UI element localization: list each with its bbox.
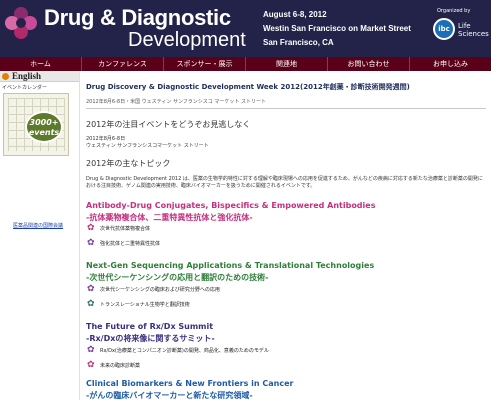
track-title-en[interactable]: Next-Gen Sequencing Applications & Trans… xyxy=(86,261,374,270)
nav-contact[interactable]: お問い合わせ xyxy=(328,57,410,71)
section-heading-featured: 2012年の注目イベントをどうぞお見逃しなく xyxy=(86,120,251,129)
flower-bullet-icon: ✿ xyxy=(87,360,95,370)
logo-title[interactable]: Drug & Diagnostic xyxy=(44,5,231,31)
language-switch[interactable]: English xyxy=(0,71,79,82)
ibc-logo[interactable]: ibc xyxy=(433,18,455,40)
list-item-label[interactable]: 未来の臨床診断薬 xyxy=(100,362,140,369)
logo-flower-icon[interactable] xyxy=(4,6,38,40)
track-title-ja[interactable]: -抗体薬物複合体、二重特異性抗体と強化抗体- xyxy=(86,212,253,223)
list-item-label[interactable]: 強化抗体と二重特異性抗体 xyxy=(100,240,160,247)
nav-sponsor[interactable]: スポンサー・展示 xyxy=(164,57,246,71)
list-item[interactable]: ✿ 強化抗体と二重特異性抗体 xyxy=(87,239,160,248)
main-content: Drug Discovery & Diagnostic Development … xyxy=(81,71,491,400)
intl-conferences-link[interactable]: 医薬品関連の国際会議 xyxy=(13,222,63,229)
nav-register[interactable]: お申し込み xyxy=(410,57,491,71)
org-name-line1: Life xyxy=(458,22,471,30)
list-item[interactable]: ✿ Rx/Dx(治療薬とコンパニオン診断薬)の開発、商品化、意義のためのモデル xyxy=(87,346,269,355)
page-title: Drug Discovery & Diagnostic Development … xyxy=(86,83,410,91)
track-title-en[interactable]: The Future of Rx/Dx Summit xyxy=(86,322,213,331)
organized-by-label: Organized by xyxy=(437,8,471,14)
list-item-label[interactable]: 次世代シーケンシングの臨床および研究分野への応用 xyxy=(100,286,220,293)
language-label[interactable]: English xyxy=(12,71,41,82)
flower-bullet-icon: ✿ xyxy=(87,345,95,355)
org-name-line2: Sciences xyxy=(458,30,489,38)
track-title-ja[interactable]: -Rx/Dxの将来像に関するサミット- xyxy=(86,333,215,344)
track-title-ja[interactable]: -次世代シーケンシングの応用と翻訳のための技術- xyxy=(86,272,268,283)
flower-bullet-icon: ✿ xyxy=(87,238,95,248)
flower-bullet-icon: ✿ xyxy=(87,223,95,233)
main-nav: ホーム カンファレンス スポンサー・展示 関連地 お問い合わせ お申し込み xyxy=(0,57,491,71)
nav-home[interactable]: ホーム xyxy=(0,57,82,71)
badge-word: events xyxy=(28,128,60,137)
section-heading-topics: 2012年の主なトピック xyxy=(86,159,171,168)
calendar-title: イベントカレンダー xyxy=(2,85,48,91)
site-header: Drug & Diagnostic Development August 6-8… xyxy=(0,0,491,57)
list-item-label[interactable]: Rx/Dx(治療薬とコンパニオン診断薬)の開発、商品化、意義のためのモデル xyxy=(100,347,269,354)
event-location: ウェスティン サンフランシスコマーケット ストリート xyxy=(86,143,209,149)
divider xyxy=(86,108,486,109)
list-item-label[interactable]: トランスレーショナル生物学と翻訳技術 xyxy=(100,301,190,308)
event-date-block: 2012年8月6-8日 ウェスティン サンフランシスコマーケット ストリート xyxy=(86,136,209,150)
event-info: August 6-8, 2012 Westin San Francisco on… xyxy=(263,8,411,50)
language-dot-icon xyxy=(2,73,9,80)
flower-bullet-icon: ✿ xyxy=(87,284,95,294)
list-item[interactable]: ✿ 次世代シーケンシングの臨床および研究分野への応用 xyxy=(87,285,220,294)
badge-count: 3000+ xyxy=(29,118,59,127)
event-date: 2012年8月6-8日 xyxy=(86,136,126,142)
event-city: San Francisco, CA xyxy=(263,38,334,47)
list-item[interactable]: ✿ 未来の臨床診断薬 xyxy=(87,361,140,370)
list-item[interactable]: ✿ 次世代抗体薬物複合体 xyxy=(87,224,150,233)
list-item[interactable]: ✿ トランスレーショナル生物学と翻訳技術 xyxy=(87,300,190,309)
track-title-en[interactable]: Clinical Biomarkers & New Frontiers in C… xyxy=(86,379,293,388)
calendar-banner[interactable]: 3000+ events xyxy=(3,93,69,156)
org-name: Life Sciences xyxy=(458,22,489,38)
flower-bullet-icon: ✿ xyxy=(87,299,95,309)
track-title-ja[interactable]: -がんの臨床バイオマーカーと新たな研究領域- xyxy=(86,390,253,400)
events-badge: 3000+ events xyxy=(25,111,63,143)
intro-paragraph: Drug & Diagnostic Development 2012 は、医薬の… xyxy=(86,176,483,189)
event-venue: Westin San Francisco on Market Street xyxy=(263,24,411,33)
nav-conference[interactable]: カンファレンス xyxy=(82,57,164,71)
nav-related[interactable]: 関連地 xyxy=(246,57,328,71)
event-dates: August 6-8, 2012 xyxy=(263,10,327,19)
page-subtitle: 2012年8月6-8日・米国 ウェスティン サンフランシスコ マーケット ストリ… xyxy=(86,99,266,105)
logo-subtitle[interactable]: Development xyxy=(128,29,246,52)
list-item-label[interactable]: 次世代抗体薬物複合体 xyxy=(100,225,150,232)
track-title-en[interactable]: Antibody-Drug Conjugates, Bispecifics & … xyxy=(86,201,375,210)
sidebar: English イベントカレンダー 3000+ events 医薬品関連の国際会… xyxy=(0,71,80,400)
